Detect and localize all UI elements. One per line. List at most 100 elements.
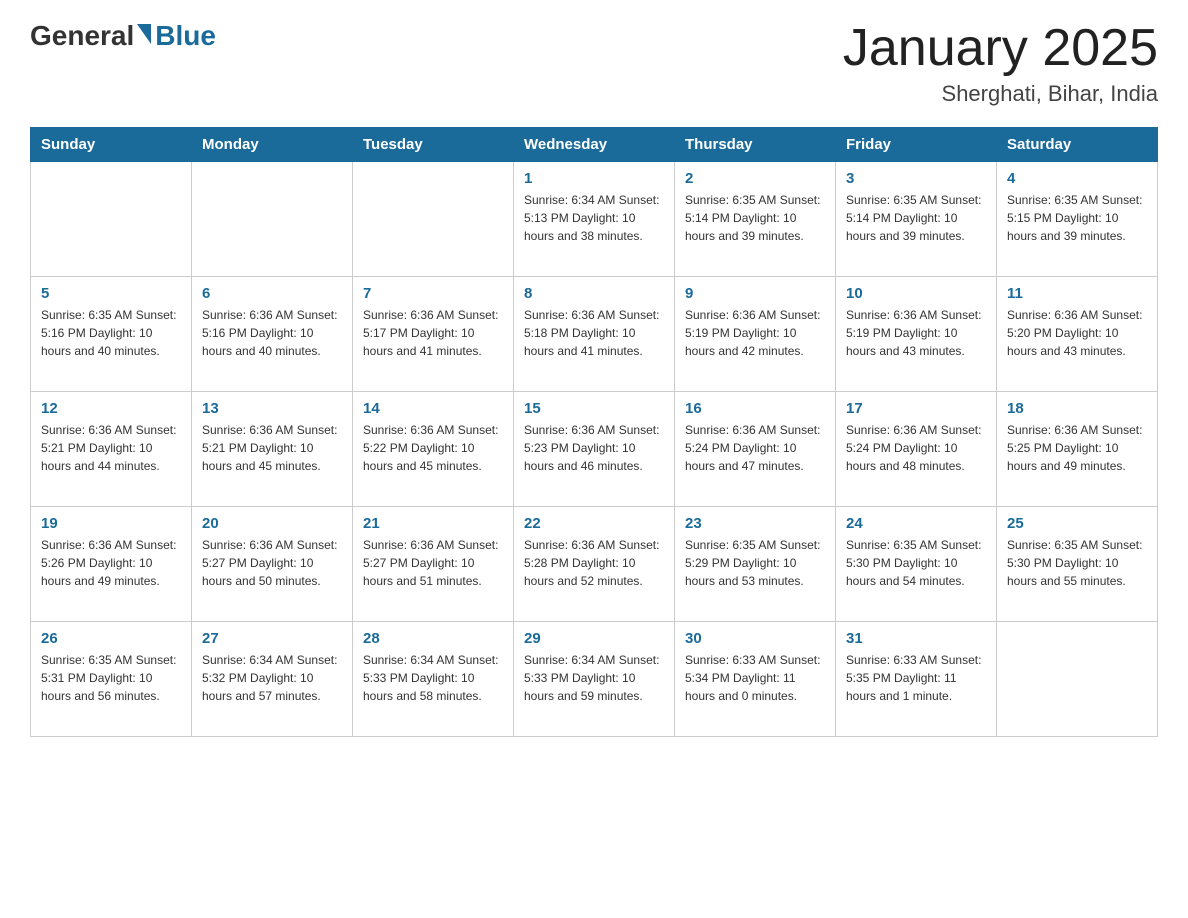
day-info: Sunrise: 6:36 AM Sunset: 5:28 PM Dayligh… xyxy=(524,536,664,590)
table-row: 1 Sunrise: 6:34 AM Sunset: 5:13 PM Daylig… xyxy=(514,162,675,277)
day-number: 7 xyxy=(363,285,503,302)
day-info: Sunrise: 6:35 AM Sunset: 5:30 PM Dayligh… xyxy=(1007,536,1147,590)
table-row: 20 Sunrise: 6:36 AM Sunset: 5:27 PM Dayli… xyxy=(192,507,353,622)
day-info: Sunrise: 6:34 AM Sunset: 5:33 PM Dayligh… xyxy=(363,651,503,705)
day-number: 26 xyxy=(41,630,181,647)
day-number: 17 xyxy=(846,400,986,417)
table-row: 14 Sunrise: 6:36 AM Sunset: 5:22 PM Dayli… xyxy=(353,392,514,507)
calendar-table: SundayMondayTuesdayWednesdayThursdayFrid… xyxy=(30,127,1158,737)
table-row: 15Sunrise: 6:36 AM Sunset: 5:23 PM Dayli… xyxy=(514,392,675,507)
day-info: Sunrise: 6:35 AM Sunset: 5:30 PM Dayligh… xyxy=(846,536,986,590)
location-title: Sherghati, Bihar, India xyxy=(843,81,1158,107)
day-number: 15 xyxy=(524,400,664,417)
table-row xyxy=(192,162,353,277)
day-number: 28 xyxy=(363,630,503,647)
day-number: 22 xyxy=(524,515,664,532)
day-info: Sunrise: 6:34 AM Sunset: 5:32 PM Dayligh… xyxy=(202,651,342,705)
day-info: Sunrise: 6:35 AM Sunset: 5:14 PM Dayligh… xyxy=(685,191,825,245)
day-number: 2 xyxy=(685,170,825,187)
day-info: Sunrise: 6:34 AM Sunset: 5:33 PM Dayligh… xyxy=(524,651,664,705)
day-number: 21 xyxy=(363,515,503,532)
table-row: 4 Sunrise: 6:35 AM Sunset: 5:15 PM Daylig… xyxy=(997,162,1158,277)
day-number: 25 xyxy=(1007,515,1147,532)
col-header-saturday: Saturday xyxy=(997,128,1158,162)
day-info: Sunrise: 6:36 AM Sunset: 5:16 PM Dayligh… xyxy=(202,306,342,360)
day-number: 30 xyxy=(685,630,825,647)
day-info: Sunrise: 6:36 AM Sunset: 5:20 PM Dayligh… xyxy=(1007,306,1147,360)
table-row: 31 Sunrise: 6:33 AM Sunset: 5:35 PM Dayli… xyxy=(836,622,997,737)
day-info: Sunrise: 6:33 AM Sunset: 5:34 PM Dayligh… xyxy=(685,651,825,705)
day-info: Sunrise: 6:33 AM Sunset: 5:35 PM Dayligh… xyxy=(846,651,986,705)
day-info: Sunrise: 6:35 AM Sunset: 5:31 PM Dayligh… xyxy=(41,651,181,705)
day-info: Sunrise: 6:36 AM Sunset: 5:21 PM Dayligh… xyxy=(202,421,342,475)
calendar-week-row: 12 Sunrise: 6:36 AM Sunset: 5:21 PM Dayli… xyxy=(31,392,1158,507)
logo: General Blue xyxy=(30,20,216,52)
day-info: Sunrise: 6:36 AM Sunset: 5:27 PM Dayligh… xyxy=(363,536,503,590)
logo-blue-text: Blue xyxy=(155,20,216,52)
day-info: Sunrise: 6:36 AM Sunset: 5:19 PM Dayligh… xyxy=(685,306,825,360)
table-row: 9 Sunrise: 6:36 AM Sunset: 5:19 PM Daylig… xyxy=(675,277,836,392)
day-number: 24 xyxy=(846,515,986,532)
col-header-monday: Monday xyxy=(192,128,353,162)
col-header-wednesday: Wednesday xyxy=(514,128,675,162)
day-info: Sunrise: 6:36 AM Sunset: 5:21 PM Dayligh… xyxy=(41,421,181,475)
day-number: 4 xyxy=(1007,170,1147,187)
day-number: 5 xyxy=(41,285,181,302)
day-number: 12 xyxy=(41,400,181,417)
day-info: Sunrise: 6:35 AM Sunset: 5:16 PM Dayligh… xyxy=(41,306,181,360)
col-header-sunday: Sunday xyxy=(31,128,192,162)
day-number: 11 xyxy=(1007,285,1147,302)
table-row: 23Sunrise: 6:35 AM Sunset: 5:29 PM Dayli… xyxy=(675,507,836,622)
day-number: 27 xyxy=(202,630,342,647)
day-info: Sunrise: 6:35 AM Sunset: 5:14 PM Dayligh… xyxy=(846,191,986,245)
table-row: 27 Sunrise: 6:34 AM Sunset: 5:32 PM Dayli… xyxy=(192,622,353,737)
day-number: 13 xyxy=(202,400,342,417)
day-number: 29 xyxy=(524,630,664,647)
table-row: 25 Sunrise: 6:35 AM Sunset: 5:30 PM Dayli… xyxy=(997,507,1158,622)
day-info: Sunrise: 6:36 AM Sunset: 5:24 PM Dayligh… xyxy=(685,421,825,475)
calendar-week-row: 5 Sunrise: 6:35 AM Sunset: 5:16 PM Daylig… xyxy=(31,277,1158,392)
day-info: Sunrise: 6:36 AM Sunset: 5:27 PM Dayligh… xyxy=(202,536,342,590)
table-row: 16 Sunrise: 6:36 AM Sunset: 5:24 PM Dayli… xyxy=(675,392,836,507)
table-row: 19Sunrise: 6:36 AM Sunset: 5:26 PM Dayli… xyxy=(31,507,192,622)
day-number: 20 xyxy=(202,515,342,532)
day-number: 6 xyxy=(202,285,342,302)
calendar-week-row: 1 Sunrise: 6:34 AM Sunset: 5:13 PM Daylig… xyxy=(31,162,1158,277)
col-header-thursday: Thursday xyxy=(675,128,836,162)
table-row: 7 Sunrise: 6:36 AM Sunset: 5:17 PM Daylig… xyxy=(353,277,514,392)
table-row xyxy=(353,162,514,277)
day-number: 14 xyxy=(363,400,503,417)
table-row: 17 Sunrise: 6:36 AM Sunset: 5:24 PM Dayli… xyxy=(836,392,997,507)
day-info: Sunrise: 6:36 AM Sunset: 5:17 PM Dayligh… xyxy=(363,306,503,360)
col-header-tuesday: Tuesday xyxy=(353,128,514,162)
day-number: 9 xyxy=(685,285,825,302)
table-row xyxy=(31,162,192,277)
logo-triangle-icon xyxy=(137,24,151,44)
day-info: Sunrise: 6:35 AM Sunset: 5:29 PM Dayligh… xyxy=(685,536,825,590)
table-row: 11 Sunrise: 6:36 AM Sunset: 5:20 PM Dayli… xyxy=(997,277,1158,392)
table-row: 12 Sunrise: 6:36 AM Sunset: 5:21 PM Dayli… xyxy=(31,392,192,507)
day-number: 3 xyxy=(846,170,986,187)
table-row: 2 Sunrise: 6:35 AM Sunset: 5:14 PM Daylig… xyxy=(675,162,836,277)
day-info: Sunrise: 6:34 AM Sunset: 5:13 PM Dayligh… xyxy=(524,191,664,245)
day-number: 18 xyxy=(1007,400,1147,417)
table-row: 28 Sunrise: 6:34 AM Sunset: 5:33 PM Dayli… xyxy=(353,622,514,737)
page-header: General Blue January 2025 Sherghati, Bih… xyxy=(30,20,1158,107)
table-row: 18Sunrise: 6:36 AM Sunset: 5:25 PM Dayli… xyxy=(997,392,1158,507)
table-row: 10 Sunrise: 6:36 AM Sunset: 5:19 PM Dayli… xyxy=(836,277,997,392)
table-row: 3 Sunrise: 6:35 AM Sunset: 5:14 PM Daylig… xyxy=(836,162,997,277)
day-number: 16 xyxy=(685,400,825,417)
day-info: Sunrise: 6:36 AM Sunset: 5:18 PM Dayligh… xyxy=(524,306,664,360)
day-number: 31 xyxy=(846,630,986,647)
day-info: Sunrise: 6:36 AM Sunset: 5:26 PM Dayligh… xyxy=(41,536,181,590)
table-row: 8 Sunrise: 6:36 AM Sunset: 5:18 PM Daylig… xyxy=(514,277,675,392)
day-info: Sunrise: 6:36 AM Sunset: 5:24 PM Dayligh… xyxy=(846,421,986,475)
table-row: 13 Sunrise: 6:36 AM Sunset: 5:21 PM Dayli… xyxy=(192,392,353,507)
day-info: Sunrise: 6:36 AM Sunset: 5:19 PM Dayligh… xyxy=(846,306,986,360)
day-info: Sunrise: 6:35 AM Sunset: 5:15 PM Dayligh… xyxy=(1007,191,1147,245)
day-number: 1 xyxy=(524,170,664,187)
day-number: 10 xyxy=(846,285,986,302)
day-number: 8 xyxy=(524,285,664,302)
day-info: Sunrise: 6:36 AM Sunset: 5:22 PM Dayligh… xyxy=(363,421,503,475)
table-row: 22 Sunrise: 6:36 AM Sunset: 5:28 PM Dayli… xyxy=(514,507,675,622)
